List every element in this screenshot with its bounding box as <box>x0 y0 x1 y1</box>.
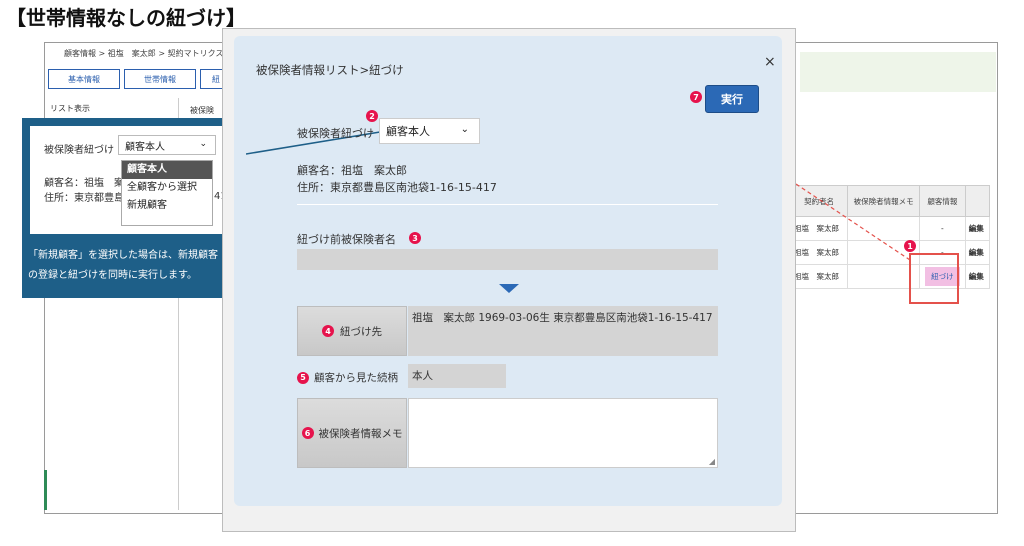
column-header-action <box>964 185 991 217</box>
modal-customer-address: 住所：東京都豊島区南池袋1-16-15-417 <box>297 181 497 194</box>
option-new-customer[interactable]: 新規顧客 <box>122 197 212 215</box>
tab-household-info[interactable]: 世帯情報 <box>124 69 196 89</box>
link-label: 被保険者紐づけ <box>297 127 374 140</box>
step-badge-5: 5 <box>297 371 309 384</box>
sidebar-heading: リスト表示 <box>50 104 90 113</box>
sidebar-accent <box>44 470 47 510</box>
relation-label-row: 5 顧客から見た続柄 <box>297 370 398 385</box>
cell-customer-info: - <box>918 216 966 241</box>
before-name-field <box>297 249 718 270</box>
option-customer-self[interactable]: 顧客本人 <box>122 161 212 179</box>
modal-title: 被保険者情報リスト>紐づけ <box>256 63 404 77</box>
background-header-bar <box>800 52 996 92</box>
relation-label: 顧客から見た続柄 <box>314 372 398 384</box>
callout-customer-info: 顧客名：祖塩 案 住所：東京都豊島 <box>44 176 124 206</box>
edit-link[interactable]: 編集 <box>964 264 991 289</box>
step-badge-1: 1 <box>904 240 916 252</box>
run-button[interactable]: 実行 <box>705 85 759 113</box>
link-select-value: 顧客本人 <box>386 125 430 138</box>
relation-field[interactable]: 本人 <box>408 364 506 388</box>
callout-link-select[interactable]: 顧客本人 ⌄ <box>118 135 216 155</box>
step-badge-2: 2 <box>366 110 378 122</box>
before-label: 紐づけ前被保険者名 <box>297 233 396 246</box>
link-target-label: 紐づけ先 <box>340 325 382 338</box>
chevron-down-icon: ⌄ <box>199 139 207 149</box>
resize-handle-icon[interactable]: ◢ <box>709 457 715 466</box>
tab-basic-info[interactable]: 基本情報 <box>48 69 120 89</box>
memo-label: 被保険者情報メモ <box>318 427 403 440</box>
insured-subheading: 被保険 <box>190 106 214 115</box>
step-badge-3: 3 <box>409 232 421 244</box>
step-badge-7: 7 <box>690 91 702 103</box>
step-badge-4: 4 <box>322 325 334 337</box>
link-target-button[interactable]: 4 紐づけ先 <box>297 306 407 356</box>
callout-customer-address: 住所：東京都豊島 <box>44 193 124 204</box>
callout-note: 「新規顧客」を選択した場合は、新規顧客 の登録と紐づけを同時に実行します。 <box>28 246 218 286</box>
arrow-down-icon <box>499 284 519 293</box>
chevron-down-icon: ⌄ <box>460 124 469 135</box>
callout-customer-name: 顧客名：祖塩 案 <box>44 178 124 189</box>
modal-customer-name: 顧客名：祖塩 案太郎 <box>297 164 407 177</box>
memo-button[interactable]: 6 被保険者情報メモ <box>297 398 407 468</box>
close-icon[interactable]: × <box>764 54 776 70</box>
modal-customer-info: 顧客名：祖塩 案太郎 住所：東京都豊島区南池袋1-16-15-417 <box>297 162 497 196</box>
callout-link-label: 被保険者紐づけ <box>44 145 114 156</box>
callout-note-line: 「新規顧客」を選択した場合は、新規顧客 <box>28 250 218 261</box>
link-select[interactable]: 顧客本人 ⌄ <box>379 118 480 144</box>
callout-note-line: の登録と紐づけを同時に実行します。 <box>28 270 197 281</box>
edit-link[interactable]: 編集 <box>964 240 991 265</box>
memo-textarea[interactable]: ◢ <box>408 398 718 468</box>
page-heading: 【世帯情報なしの紐づけ】 <box>6 6 246 30</box>
column-header-customer-info: 顧客情報 <box>918 185 966 217</box>
step-badge-6: 6 <box>301 427 314 439</box>
breadcrumb[interactable]: 顧客情報 > 祖塩 案太郎 > 契約マトリクス <box>64 48 223 59</box>
divider <box>297 204 718 205</box>
callout-select-value: 顧客本人 <box>125 141 165 153</box>
link-target-value: 祖塩 案太郎 1969-03-06生 東京都豊島区南池袋1-16-15-417 <box>408 306 718 356</box>
edit-link[interactable]: 編集 <box>964 216 991 241</box>
callout-dropdown[interactable]: 顧客本人 全顧客から選択 新規顧客 <box>121 160 213 226</box>
option-all-customers[interactable]: 全顧客から選択 <box>122 179 212 197</box>
